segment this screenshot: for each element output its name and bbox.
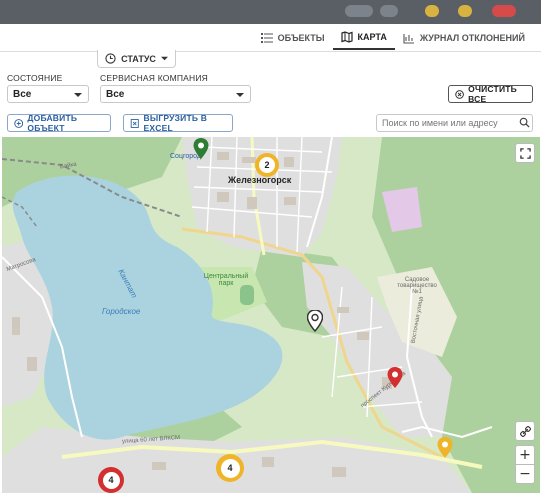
map-view[interactable]: Железногорск Городское Кантат Центральны…	[2, 137, 540, 493]
tab-objects[interactable]: ОБЪЕКТЫ	[253, 26, 333, 50]
chevron-down-icon	[74, 93, 82, 97]
chevron-down-icon	[160, 56, 168, 61]
add-object-button[interactable]: ДОБАВИТЬ ОБЪЕКТ	[7, 113, 111, 133]
zoom-out-label: −	[519, 466, 531, 482]
blurred-item	[458, 5, 472, 17]
zoom-out-button[interactable]: −	[515, 464, 535, 484]
blurred-item	[425, 5, 439, 17]
company-filter-label: СЕРВИСНАЯ КОМПАНИЯ	[100, 73, 209, 83]
company-select-value: Все	[106, 88, 125, 100]
view-tabs: ОБЪЕКТЫ КАРТА ЖУРНАЛ ОТКЛОНЕНИЙ	[253, 26, 533, 50]
tab-journal-label: ЖУРНАЛ ОТКЛОНЕНИЙ	[419, 33, 525, 43]
zoom-in-button[interactable]: +	[515, 445, 535, 465]
tab-objects-label: ОБЪЕКТЫ	[277, 33, 325, 43]
state-select-value: Все	[13, 88, 32, 100]
tab-map[interactable]: КАРТА	[332, 26, 395, 50]
journal-icon	[403, 34, 414, 44]
export-excel-button[interactable]: ВЫГРУЗИТЬ В EXCEL	[123, 113, 233, 133]
chevron-down-icon	[236, 93, 244, 97]
clock-icon	[105, 53, 116, 64]
zoom-in-label: +	[519, 447, 531, 463]
browser-top-bar	[0, 0, 541, 24]
yellow-location-pin-icon[interactable]	[437, 437, 453, 459]
blurred-item	[380, 5, 398, 17]
blurred-item	[345, 5, 373, 17]
locate-button[interactable]	[515, 421, 535, 441]
status-label: СТАТУС	[121, 53, 156, 64]
park-label: Центральный парк	[203, 273, 249, 287]
clear-all-label: ОЧИСТИТЬ ВСЕ	[468, 84, 517, 104]
cluster-marker[interactable]: 4	[98, 467, 124, 493]
locate-icon	[519, 425, 531, 437]
cluster-count: 2	[259, 157, 275, 173]
export-excel-label: ВЫГРУЗИТЬ В EXCEL	[143, 113, 208, 133]
map-icon	[340, 31, 353, 43]
state-filter-label: СОСТОЯНИЕ	[7, 73, 63, 83]
list-icon	[260, 33, 273, 43]
status-toggle-button[interactable]: СТАТУС	[97, 50, 176, 68]
cluster-count: 4	[102, 471, 120, 489]
search-input[interactable]	[376, 114, 533, 132]
blurred-item	[492, 5, 516, 17]
gray-location-pin-icon[interactable]	[307, 310, 323, 332]
garden-label: Садовое товарищество №1	[397, 277, 437, 295]
clear-icon	[455, 89, 464, 99]
excel-icon	[130, 118, 139, 128]
tab-deviation-journal[interactable]: ЖУРНАЛ ОТКЛОНЕНИЙ	[395, 26, 533, 50]
search-icon[interactable]	[519, 117, 530, 128]
lake-label: Городское	[102, 307, 141, 316]
cluster-marker[interactable]: 2	[255, 153, 279, 177]
green-location-pin-icon[interactable]	[193, 138, 209, 160]
tab-map-label: КАРТА	[357, 32, 387, 42]
city-label: Железногорск	[228, 175, 292, 185]
cluster-marker[interactable]: 4	[216, 454, 244, 482]
fullscreen-icon	[519, 147, 531, 159]
red-location-pin-icon[interactable]	[387, 367, 403, 389]
company-select[interactable]: Все	[100, 85, 251, 103]
clear-all-button[interactable]: ОЧИСТИТЬ ВСЕ	[448, 84, 533, 104]
header-divider	[0, 51, 541, 52]
cluster-count: 4	[220, 458, 240, 478]
map-base-layer	[2, 137, 540, 493]
add-object-label: ДОБАВИТЬ ОБЪЕКТ	[27, 113, 78, 133]
add-circle-icon	[14, 118, 24, 128]
state-select[interactable]: Все	[7, 85, 89, 103]
fullscreen-button[interactable]	[515, 143, 535, 163]
